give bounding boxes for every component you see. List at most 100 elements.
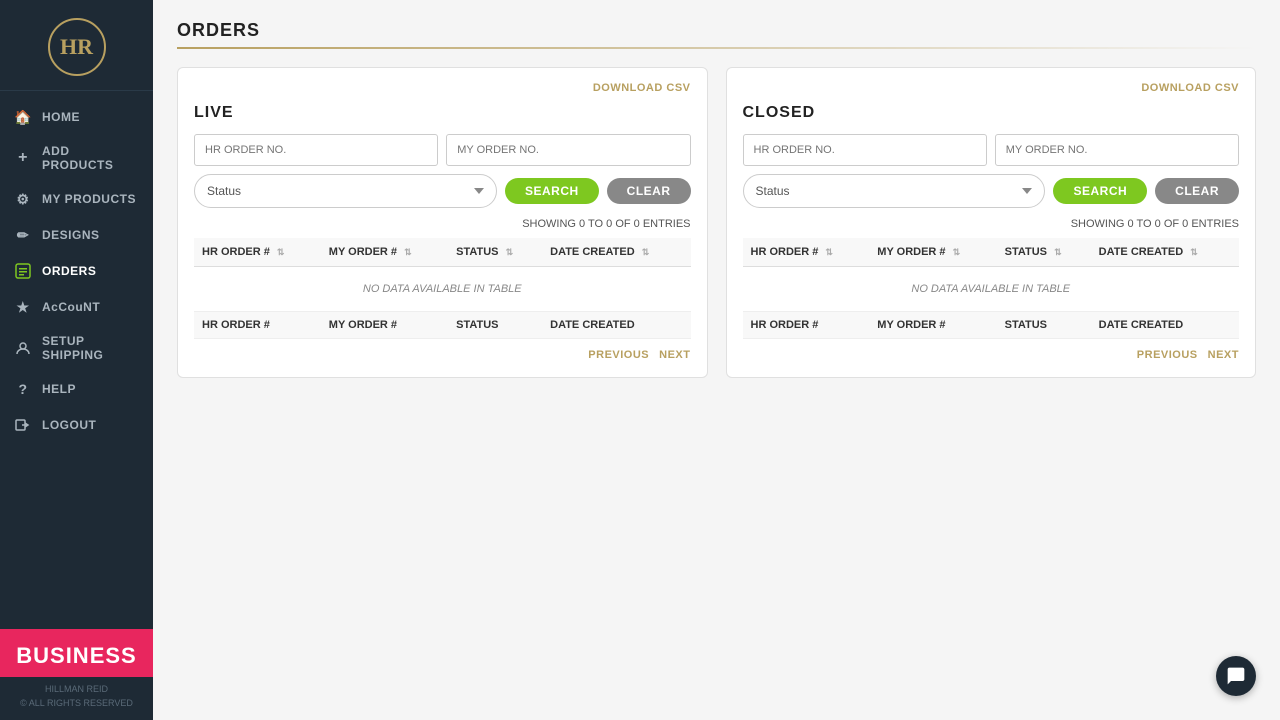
closed-next-button[interactable]: NEXT bbox=[1208, 349, 1239, 361]
chat-icon bbox=[1226, 666, 1246, 686]
closed-download-csv[interactable]: DOWNLOAD CSV bbox=[1141, 82, 1239, 94]
logo-text: HR bbox=[60, 34, 93, 60]
live-table-footer: HR ORDER # MY ORDER # STATUS DATE CREATE… bbox=[194, 312, 691, 339]
sidebar-footer: HILLMAN REID © ALL RIGHTS RESERVED bbox=[0, 677, 153, 720]
closed-col-my-order[interactable]: MY ORDER # ⇅ bbox=[869, 238, 996, 267]
closed-clear-button[interactable]: CLEAR bbox=[1155, 178, 1239, 204]
page-title: ORDERS bbox=[177, 20, 1256, 41]
sidebar-item-setup-shipping[interactable]: SETUP SHIPPING bbox=[0, 325, 153, 371]
closed-pagination: PREVIOUS NEXT bbox=[743, 349, 1240, 361]
live-filter-row: Status SEARCH CLEAR bbox=[194, 174, 691, 208]
plus-icon: + bbox=[14, 149, 32, 167]
logo: HR bbox=[48, 18, 106, 76]
live-search-row bbox=[194, 134, 691, 166]
closed-my-order-input[interactable] bbox=[995, 134, 1239, 166]
business-banner: BUSINESS bbox=[0, 629, 153, 677]
closed-panel-title: CLOSED bbox=[743, 104, 1240, 122]
sort-icon: ⇅ bbox=[277, 247, 285, 258]
sort-icon: ⇅ bbox=[825, 247, 833, 258]
closed-hr-order-input[interactable] bbox=[743, 134, 987, 166]
help-icon: ? bbox=[14, 380, 32, 398]
closed-panel: DOWNLOAD CSV CLOSED Status SEARCH CLEAR … bbox=[726, 67, 1257, 378]
live-footer-my-order: MY ORDER # bbox=[321, 312, 448, 339]
main-content: ORDERS DOWNLOAD CSV LIVE Status SEARCH C… bbox=[153, 0, 1280, 720]
live-panel-title: LIVE bbox=[194, 104, 691, 122]
sidebar-item-home[interactable]: 🏠 HOME bbox=[0, 99, 153, 135]
closed-search-row bbox=[743, 134, 1240, 166]
live-no-data-row: NO DATA AVAILABLE IN TABLE bbox=[194, 267, 691, 312]
closed-filter-row: Status SEARCH CLEAR bbox=[743, 174, 1240, 208]
closed-col-status[interactable]: STATUS ⇅ bbox=[997, 238, 1091, 267]
live-col-status[interactable]: STATUS ⇅ bbox=[448, 238, 542, 267]
sidebar-label-add-products: ADD PRODUCTS bbox=[42, 144, 139, 172]
sidebar-item-logout[interactable]: LOGOUT bbox=[0, 407, 153, 443]
logout-icon bbox=[14, 416, 32, 434]
closed-col-date[interactable]: DATE CREATED ⇅ bbox=[1091, 238, 1239, 267]
footer-line1: HILLMAN REID bbox=[45, 684, 108, 694]
title-divider bbox=[177, 47, 1256, 49]
closed-search-button[interactable]: SEARCH bbox=[1053, 178, 1147, 204]
sidebar-label-help: HELP bbox=[42, 382, 76, 396]
live-col-my-order[interactable]: MY ORDER # ⇅ bbox=[321, 238, 448, 267]
live-next-button[interactable]: NEXT bbox=[659, 349, 690, 361]
sort-icon: ⇅ bbox=[953, 247, 961, 258]
live-table-header: HR ORDER # ⇅ MY ORDER # ⇅ STATUS ⇅ DAT bbox=[194, 238, 691, 267]
live-pagination: PREVIOUS NEXT bbox=[194, 349, 691, 361]
live-col-date[interactable]: DATE CREATED ⇅ bbox=[542, 238, 690, 267]
orders-grid: DOWNLOAD CSV LIVE Status SEARCH CLEAR SH… bbox=[177, 67, 1256, 378]
sidebar-label-account: AcCouNT bbox=[42, 300, 100, 314]
home-icon: 🏠 bbox=[14, 108, 32, 126]
closed-footer-hr-order: HR ORDER # bbox=[743, 312, 870, 339]
live-panel-top: DOWNLOAD CSV bbox=[194, 82, 691, 94]
chat-bubble[interactable] bbox=[1216, 656, 1256, 696]
star-icon: ★ bbox=[14, 298, 32, 316]
live-table: HR ORDER # ⇅ MY ORDER # ⇅ STATUS ⇅ DAT bbox=[194, 238, 691, 339]
closed-col-hr-order[interactable]: HR ORDER # ⇅ bbox=[743, 238, 870, 267]
orders-icon bbox=[14, 262, 32, 280]
sidebar-label-home: HOME bbox=[42, 110, 80, 124]
live-my-order-input[interactable] bbox=[446, 134, 690, 166]
closed-table: HR ORDER # ⇅ MY ORDER # ⇅ STATUS ⇅ DAT bbox=[743, 238, 1240, 339]
sidebar-label-logout: LOGOUT bbox=[42, 418, 96, 432]
closed-prev-button[interactable]: PREVIOUS bbox=[1137, 349, 1198, 361]
live-col-hr-order[interactable]: HR ORDER # ⇅ bbox=[194, 238, 321, 267]
sort-icon: ⇅ bbox=[1190, 247, 1198, 258]
sort-icon: ⇅ bbox=[404, 247, 412, 258]
sidebar-label-orders: ORDERS bbox=[42, 264, 96, 278]
sidebar-label-setup-shipping: SETUP SHIPPING bbox=[42, 334, 139, 362]
live-panel: DOWNLOAD CSV LIVE Status SEARCH CLEAR SH… bbox=[177, 67, 708, 378]
live-footer-hr-order: HR ORDER # bbox=[194, 312, 321, 339]
closed-status-select[interactable]: Status bbox=[743, 174, 1046, 208]
closed-no-data-row: NO DATA AVAILABLE IN TABLE bbox=[743, 267, 1240, 312]
closed-panel-top: DOWNLOAD CSV bbox=[743, 82, 1240, 94]
footer-company: HILLMAN REID © ALL RIGHTS RESERVED bbox=[0, 683, 153, 710]
sidebar-item-orders[interactable]: ORDERS bbox=[0, 253, 153, 289]
sidebar: HR 🏠 HOME + ADD PRODUCTS ⚙ MY PRODUCTS ✏… bbox=[0, 0, 153, 720]
sidebar-item-designs[interactable]: ✏ DESIGNS bbox=[0, 217, 153, 253]
closed-footer-date: DATE CREATED bbox=[1091, 312, 1239, 339]
live-download-csv[interactable]: DOWNLOAD CSV bbox=[593, 82, 691, 94]
live-footer-date: DATE CREATED bbox=[542, 312, 690, 339]
live-hr-order-input[interactable] bbox=[194, 134, 438, 166]
live-clear-button[interactable]: CLEAR bbox=[607, 178, 691, 204]
sort-icon: ⇅ bbox=[1054, 247, 1062, 258]
live-prev-button[interactable]: PREVIOUS bbox=[588, 349, 649, 361]
live-search-button[interactable]: SEARCH bbox=[505, 178, 599, 204]
sidebar-item-my-products[interactable]: ⚙ MY PRODUCTS bbox=[0, 181, 153, 217]
live-footer-status: STATUS bbox=[448, 312, 542, 339]
sidebar-item-account[interactable]: ★ AcCouNT bbox=[0, 289, 153, 325]
closed-table-footer: HR ORDER # MY ORDER # STATUS DATE CREATE… bbox=[743, 312, 1240, 339]
sidebar-label-my-products: MY PRODUCTS bbox=[42, 192, 136, 206]
live-status-select[interactable]: Status bbox=[194, 174, 497, 208]
gear-icon: ⚙ bbox=[14, 190, 32, 208]
sidebar-nav: 🏠 HOME + ADD PRODUCTS ⚙ MY PRODUCTS ✏ DE… bbox=[0, 91, 153, 629]
sidebar-item-add-products[interactable]: + ADD PRODUCTS bbox=[0, 135, 153, 181]
closed-footer-status: STATUS bbox=[997, 312, 1091, 339]
logo-container: HR bbox=[0, 0, 153, 91]
shipping-icon bbox=[14, 339, 32, 357]
sort-icon: ⇅ bbox=[642, 247, 650, 258]
business-label: BUSINESS bbox=[10, 643, 143, 669]
sidebar-item-help[interactable]: ? HELP bbox=[0, 371, 153, 407]
pencil-icon: ✏ bbox=[14, 226, 32, 244]
live-showing-text: SHOWING 0 TO 0 OF 0 ENTRIES bbox=[194, 218, 691, 230]
